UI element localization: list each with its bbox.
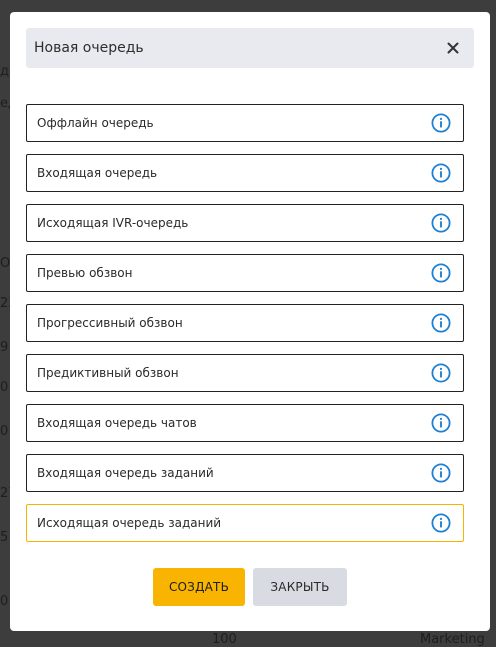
info-icon[interactable] [431,163,451,183]
background-text: 0 [0,424,9,439]
info-icon[interactable] [431,263,451,283]
background-text: Marketing [420,632,485,647]
close-icon[interactable] [444,39,462,57]
queue-type-label: Оффлайн очередь [37,116,154,130]
dialog-footer: СОЗДАТЬ ЗАКРЫТЬ [10,568,490,606]
background-text: 100 [212,632,237,647]
queue-type-option[interactable]: Входящая очередь заданий [26,454,464,492]
close-button[interactable]: ЗАКРЫТЬ [253,568,347,606]
background-text: О [0,256,11,271]
info-icon[interactable] [431,413,451,433]
queue-type-label: Исходящая очередь заданий [37,516,222,530]
background-text: 0 [0,594,9,609]
queue-type-label: Предиктивный обзвон [37,366,179,380]
queue-type-label: Превью обзвон [37,266,133,280]
queue-type-option[interactable]: Входящая очередь чатов [26,404,464,442]
info-icon[interactable] [431,363,451,383]
queue-type-label: Прогрессивный обзвон [37,316,183,330]
queue-type-option[interactable]: Прогрессивный обзвон [26,304,464,342]
queue-type-option[interactable]: Исходящая очередь заданий [26,504,464,542]
queue-type-label: Исходящая IVR-очередь [37,216,189,230]
info-icon[interactable] [431,313,451,333]
queue-type-label: Входящая очередь заданий [37,466,214,480]
queue-type-label: Входящая очередь чатов [37,416,197,430]
background-text: 9 [0,340,9,355]
queue-type-option[interactable]: Оффлайн очередь [26,104,464,142]
background-text: 5 [0,530,9,545]
info-icon[interactable] [431,213,451,233]
dialog-title: Новая очередь [34,40,144,56]
queue-type-option[interactable]: Входящая очередь [26,154,464,192]
background-text: 0 [0,380,9,395]
queue-type-label: Входящая очередь [37,166,158,180]
queue-type-option[interactable]: Предиктивный обзвон [26,354,464,392]
queue-type-list: Оффлайн очередь Входящая очередь Исходящая… [26,104,464,554]
create-button[interactable]: СОЗДАТЬ [153,568,245,606]
info-icon[interactable] [431,113,451,133]
info-icon[interactable] [431,463,451,483]
dialog-header: Новая очередь [26,28,474,68]
info-icon[interactable] [431,513,451,533]
new-queue-dialog: Новая очередь Оффлайн очередь Входящая оч… [10,12,490,631]
queue-type-option[interactable]: Превью обзвон [26,254,464,292]
queue-type-option[interactable]: Исходящая IVR-очередь [26,204,464,242]
